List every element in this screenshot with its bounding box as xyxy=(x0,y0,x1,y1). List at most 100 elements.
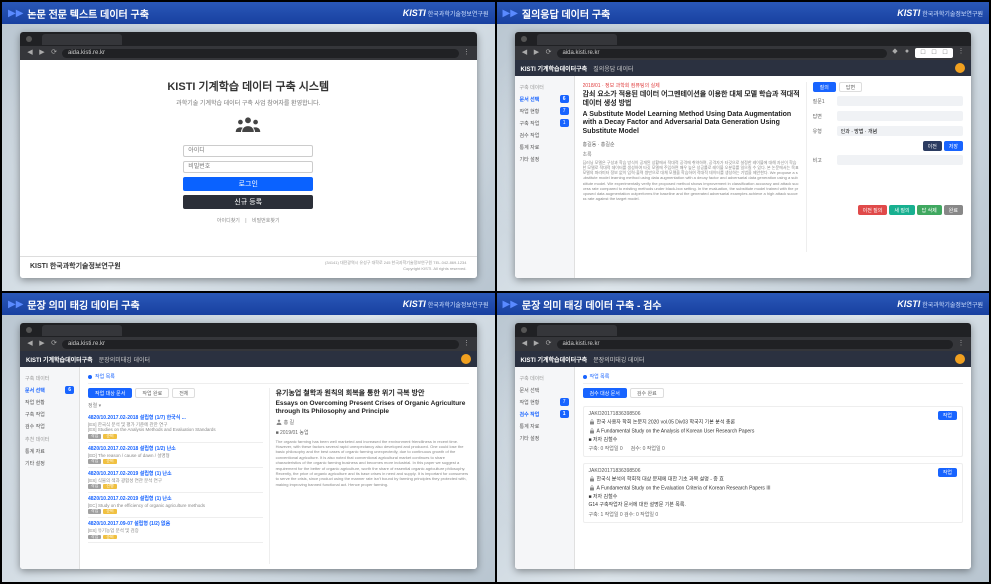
note-input[interactable] xyxy=(837,155,963,165)
qa-tab[interactable]: 답변 xyxy=(839,82,862,92)
window-dot-icon[interactable] xyxy=(521,36,527,42)
document-list: 작업 대상 문서 작업 완료 전체 정렬 ▾ 4820/10.2017.02-2… xyxy=(88,388,263,564)
back-icon[interactable]: ◀ xyxy=(521,49,529,57)
list-tab[interactable]: 작업 대상 문서 xyxy=(88,388,132,398)
sidebar-header: 구축 데이터 xyxy=(515,371,574,384)
reload-icon[interactable]: ⟳ xyxy=(50,49,58,57)
sidebar-item[interactable]: 문서 선택6 xyxy=(515,93,574,105)
user-avatar-icon[interactable] xyxy=(955,354,965,364)
username-input[interactable] xyxy=(183,145,313,157)
browser-tab[interactable] xyxy=(42,325,122,336)
question-input[interactable] xyxy=(837,96,963,106)
back-icon[interactable]: ◀ xyxy=(521,340,529,348)
user-avatar-icon[interactable] xyxy=(461,354,471,364)
insp-tab[interactable]: 검수 완료 xyxy=(630,388,664,398)
work-button[interactable]: 작업 xyxy=(88,484,101,489)
ext-icon[interactable]: □ xyxy=(930,49,938,57)
work-button[interactable]: 작업 xyxy=(88,459,101,464)
list-item[interactable]: 4820/10.2017.02-2019 설립형 (1) 난소 [EC] Stu… xyxy=(88,493,263,518)
url-text: aida.kisti.re.kr xyxy=(563,341,600,347)
open-button[interactable]: 작업 xyxy=(938,468,957,477)
browser-tab[interactable] xyxy=(537,325,617,336)
action-button[interactable]: 답 삭제 xyxy=(917,205,942,215)
login-button[interactable]: 로그인 xyxy=(183,177,313,191)
answer-input[interactable] xyxy=(837,111,963,121)
sidebar-item[interactable]: 작업 현황 xyxy=(20,396,79,408)
sidebar-item[interactable]: 기타 설정 xyxy=(515,153,574,165)
menu-icon[interactable]: ⋮ xyxy=(463,340,471,348)
ext-icon[interactable]: □ xyxy=(941,49,949,57)
save-button[interactable]: 저장 xyxy=(944,141,963,151)
forward-icon[interactable]: ▶ xyxy=(533,340,541,348)
status-badge: 준비 xyxy=(103,509,116,514)
window-dot-icon[interactable] xyxy=(521,327,527,333)
list-tab[interactable]: 전체 xyxy=(172,388,195,398)
list-item[interactable]: 4820/10.2017.02-2018 설립형 (1/7) 한국식 ... [… xyxy=(88,412,263,443)
qa-tab[interactable]: 질의 xyxy=(813,82,836,92)
action-button[interactable]: 새 질의 xyxy=(889,205,914,215)
sidebar-item[interactable]: 기타 설정 xyxy=(515,432,574,444)
forward-icon[interactable]: ▶ xyxy=(533,49,541,57)
sidebar-item[interactable]: 통계 자료 xyxy=(515,420,574,432)
work-button[interactable]: 작업 xyxy=(88,434,101,439)
status-badge: 준비 xyxy=(103,434,116,439)
sidebar-item[interactable]: 구축 작업 xyxy=(20,408,79,420)
sidebar-item[interactable]: 작업 현황7 xyxy=(515,396,574,408)
action-button[interactable]: 이전 질의 xyxy=(858,205,888,215)
ext-icon[interactable]: □ xyxy=(919,49,927,57)
sidebar-item[interactable]: 검수 작업 xyxy=(20,420,79,432)
browser-tab[interactable] xyxy=(42,34,122,45)
open-button[interactable]: 작업 xyxy=(938,411,957,420)
url-field[interactable]: aida.kisti.re.kr xyxy=(62,340,459,349)
user-avatar-icon[interactable] xyxy=(955,63,965,73)
menu-icon[interactable]: ⋮ xyxy=(957,48,965,56)
prev-button[interactable]: 이전 xyxy=(923,141,942,151)
sidebar-header: 구축 데이터 xyxy=(20,371,79,384)
back-icon[interactable]: ◀ xyxy=(26,49,34,57)
sidebar-item[interactable]: 검수 작업 xyxy=(515,129,574,141)
reload-icon[interactable]: ⟳ xyxy=(545,49,553,57)
menu-icon[interactable]: ⋮ xyxy=(463,49,471,57)
sidebar-item[interactable]: 문서 선택6 xyxy=(20,384,79,396)
url-field[interactable]: aida.kisti.re.kr xyxy=(557,49,888,58)
app-header: KISTI 기계학습데이터구축 문장의미태깅 데이터 xyxy=(515,351,972,367)
action-button[interactable]: 완료 xyxy=(944,205,963,215)
forward-icon[interactable]: ▶ xyxy=(38,49,46,57)
window-dot-icon[interactable] xyxy=(26,327,32,333)
brand-logo: KISTI xyxy=(897,299,920,309)
ext-icon[interactable]: ● xyxy=(903,48,911,56)
url-field[interactable]: aida.kisti.re.kr xyxy=(62,49,459,58)
sidebar-item[interactable]: 구축 작업1 xyxy=(515,117,574,129)
forward-icon[interactable]: ▶ xyxy=(38,340,46,348)
sidebar-item[interactable]: 통계 자료 xyxy=(515,141,574,153)
work-button[interactable]: 작업 xyxy=(88,535,101,540)
sidebar-item[interactable]: 작업 현황7 xyxy=(515,105,574,117)
reload-icon[interactable]: ⟳ xyxy=(545,340,553,348)
list-item[interactable]: 4820/10.2017.02-2018 설립형 (1/2) 난소 [ED] T… xyxy=(88,443,263,468)
url-field[interactable]: aida.kisti.re.kr xyxy=(557,340,954,349)
sidebar-item[interactable]: 통계 자료 xyxy=(20,445,79,457)
signup-button[interactable]: 신규 등록 xyxy=(183,195,313,209)
insp-tab[interactable]: 검수 대상 문서 xyxy=(583,388,627,398)
reload-icon[interactable]: ⟳ xyxy=(50,340,58,348)
browser-tab[interactable] xyxy=(537,34,617,45)
find-id-link[interactable]: 아이디찾기 xyxy=(217,218,240,224)
list-tab[interactable]: 작업 완료 xyxy=(135,388,169,398)
sidebar-item[interactable]: 기타 설정 xyxy=(20,457,79,469)
list-item[interactable]: 4820/10.2017.09-07 설립형 (1/2) 없음 [ES] 유기농… xyxy=(88,518,263,543)
list-item[interactable]: 4820/10.2017.02-2019 설립형 (1) 난소 [ES] 식물의… xyxy=(88,468,263,493)
sidebar-item[interactable]: 문서 선택 xyxy=(515,384,574,396)
ext-group[interactable]: □ □ □ xyxy=(915,48,953,58)
find-pw-link[interactable]: 비밀번호찾기 xyxy=(252,218,280,224)
work-button[interactable]: 작업 xyxy=(88,509,101,514)
window-dot-icon[interactable] xyxy=(26,36,32,42)
abstract-header: 초록 xyxy=(583,151,800,158)
brand-logo: KISTI xyxy=(403,299,426,309)
back-icon[interactable]: ◀ xyxy=(26,340,34,348)
type-input[interactable] xyxy=(837,126,963,136)
article-body: The organic farming has been well market… xyxy=(276,439,469,488)
sidebar-item[interactable]: 검수 작업1 xyxy=(515,408,574,420)
password-input[interactable] xyxy=(183,161,313,173)
ext-icon[interactable]: ◆ xyxy=(891,48,899,56)
menu-icon[interactable]: ⋮ xyxy=(957,340,965,348)
